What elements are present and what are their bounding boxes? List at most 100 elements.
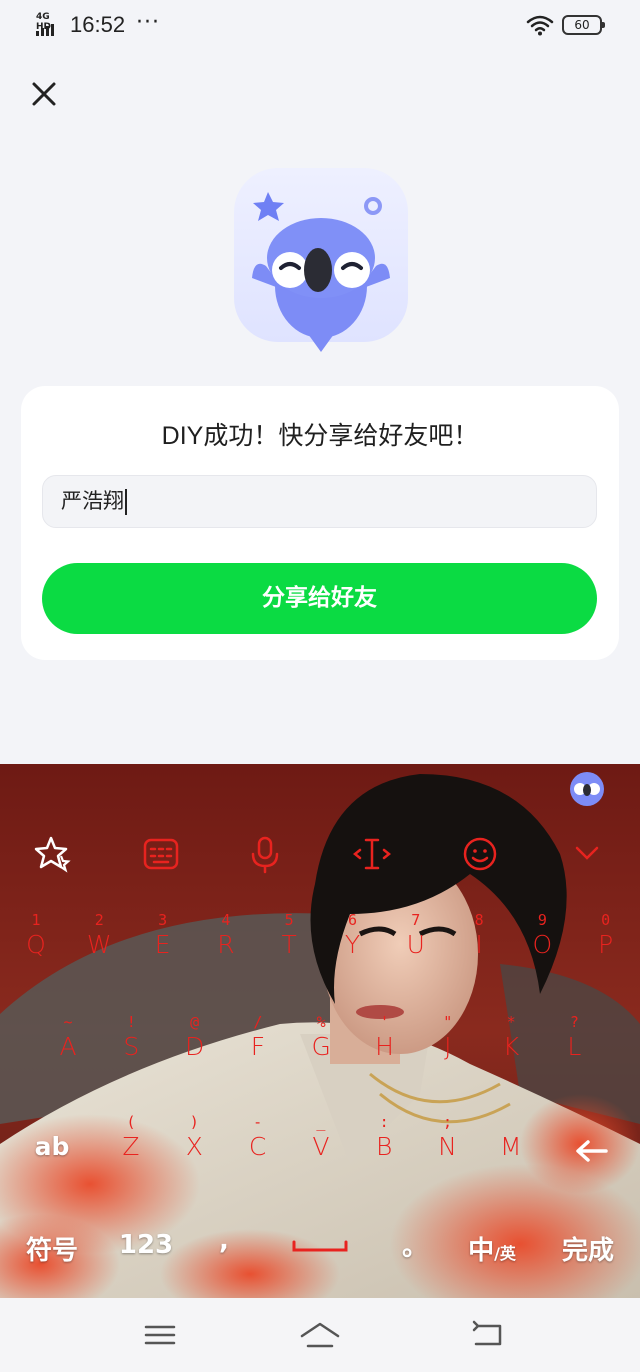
key-letter: K: [502, 1032, 520, 1061]
backspace-icon[interactable]: [572, 1136, 612, 1166]
key-hint: 5: [284, 911, 294, 929]
card-title: DIY成功！快分享给好友吧！: [161, 422, 479, 450]
key-d[interactable]: @ D: [167, 1014, 223, 1084]
system-nav-bar: [0, 1298, 640, 1372]
signal-icon: 4G HD: [36, 12, 62, 36]
status-bar: 4G HD 16:52 ··· 60: [0, 0, 640, 52]
key-letter: O: [532, 930, 553, 959]
shift-key[interactable]: ab: [30, 1132, 74, 1161]
key-letter: U: [406, 930, 425, 959]
key-letter: A: [59, 1032, 77, 1061]
key-u[interactable]: 7U: [388, 912, 444, 982]
text-cursor-icon[interactable]: [350, 832, 394, 876]
key-letter: W: [86, 930, 112, 959]
language-switch-key[interactable]: 中/英: [462, 1230, 522, 1267]
key-hint: -: [253, 1113, 263, 1131]
comma-key[interactable]: ,: [212, 1226, 236, 1256]
key-l[interactable]: ? L: [546, 1014, 602, 1084]
key-hint: 9: [537, 911, 547, 929]
share-button[interactable]: 分享给好友: [42, 563, 597, 634]
key-letter: V: [312, 1132, 330, 1161]
key-c[interactable]: -C: [230, 1114, 286, 1184]
key-letter: J: [444, 1032, 452, 1061]
key-hint: 8: [474, 911, 484, 929]
language-sub-label: /英: [494, 1244, 516, 1263]
key-s[interactable]: ! S: [103, 1014, 159, 1084]
key-hint: ': [379, 1013, 390, 1031]
key-letter: H: [375, 1032, 394, 1061]
key-f[interactable]: / F: [230, 1014, 286, 1084]
key-letter: M: [500, 1132, 522, 1161]
period-key[interactable]: 。: [400, 1226, 430, 1263]
home-icon[interactable]: [298, 1318, 342, 1352]
key-hint: ?: [569, 1013, 579, 1031]
wifi-icon: [526, 15, 554, 36]
key-o[interactable]: 9O: [514, 912, 570, 982]
key-y[interactable]: 6Y: [325, 912, 381, 982]
key-letter: S: [123, 1032, 140, 1061]
key-j[interactable]: " J: [420, 1014, 476, 1084]
key-w[interactable]: 2W: [71, 912, 127, 982]
key-letter: F: [250, 1032, 266, 1061]
close-icon[interactable]: [30, 80, 58, 108]
key-letter: I: [475, 930, 483, 959]
key-hint: ~: [63, 1013, 73, 1031]
key-k[interactable]: * K: [483, 1014, 539, 1084]
key-hint: (: [126, 1113, 136, 1131]
battery-icon: 60: [562, 15, 605, 35]
microphone-icon[interactable]: [243, 832, 287, 876]
emoji-icon[interactable]: [458, 832, 502, 876]
key-hint: 6: [347, 911, 358, 929]
key-m[interactable]: M: [483, 1114, 539, 1184]
key-a[interactable]: ~ A: [40, 1014, 96, 1084]
key-letter: D: [184, 1032, 205, 1061]
keyboard: 1Q2W3E4R5T6Y7U8I9O0P ~ A! S @ D / F% G ' H " J * K? L …: [0, 764, 640, 1298]
key-letter: C: [248, 1132, 267, 1161]
space-icon[interactable]: [290, 1236, 350, 1256]
key-x[interactable]: ) X: [166, 1114, 222, 1184]
key-z[interactable]: (Z: [103, 1114, 159, 1184]
key-hint: ): [189, 1113, 199, 1131]
key-hint: :: [379, 1113, 389, 1131]
menu-icon[interactable]: [138, 1318, 182, 1352]
more-dots: ···: [136, 10, 160, 35]
key-g[interactable]: % G: [293, 1014, 349, 1084]
key-letter: B: [376, 1132, 393, 1161]
keyboard-mascot-icon[interactable]: [569, 771, 605, 807]
key-letter: P: [598, 930, 614, 959]
key-letter: Q: [26, 930, 46, 959]
key-letter: Z: [122, 1132, 140, 1161]
key-letter: X: [185, 1132, 203, 1161]
status-time: 16:52: [70, 12, 126, 37]
key-h[interactable]: ' H: [357, 1014, 413, 1084]
name-input[interactable]: 严浩翔: [42, 475, 597, 528]
key-letter: N: [438, 1132, 457, 1161]
keyboard-icon[interactable]: [139, 832, 183, 876]
chevron-down-icon[interactable]: [565, 832, 609, 876]
key-hint: 1: [31, 911, 41, 929]
key-letter: T: [281, 930, 297, 959]
key-r[interactable]: 4R: [198, 912, 254, 982]
star-icon[interactable]: [31, 832, 75, 876]
numbers-key[interactable]: 123: [118, 1230, 174, 1260]
key-hint: *: [506, 1013, 516, 1031]
keyboard-keys: 1Q2W3E4R5T6Y7U8I9O0P ~ A! S @ D / F% G ' H " J * K? L …: [0, 764, 640, 1298]
key-hint: ;: [442, 1113, 453, 1131]
key-b[interactable]: :B: [356, 1114, 412, 1184]
key-t[interactable]: 5T: [261, 912, 317, 982]
key-e[interactable]: 3E: [135, 912, 191, 982]
language-main-label: 中: [468, 1236, 495, 1266]
key-v[interactable]: _ V: [293, 1114, 349, 1184]
key-hint: /: [253, 1013, 263, 1031]
key-n[interactable]: ; N: [420, 1114, 476, 1184]
key-p[interactable]: 0P: [578, 912, 634, 982]
key-hint: 3: [158, 911, 168, 929]
done-key[interactable]: 完成: [556, 1230, 620, 1267]
symbols-key[interactable]: 符号: [24, 1230, 80, 1267]
key-letter: L: [567, 1032, 582, 1061]
back-icon[interactable]: [466, 1318, 510, 1352]
key-hint: %: [316, 1013, 326, 1031]
key-q[interactable]: 1Q: [8, 912, 64, 982]
key-letter: Y: [344, 930, 361, 959]
key-i[interactable]: 8I: [451, 912, 507, 982]
